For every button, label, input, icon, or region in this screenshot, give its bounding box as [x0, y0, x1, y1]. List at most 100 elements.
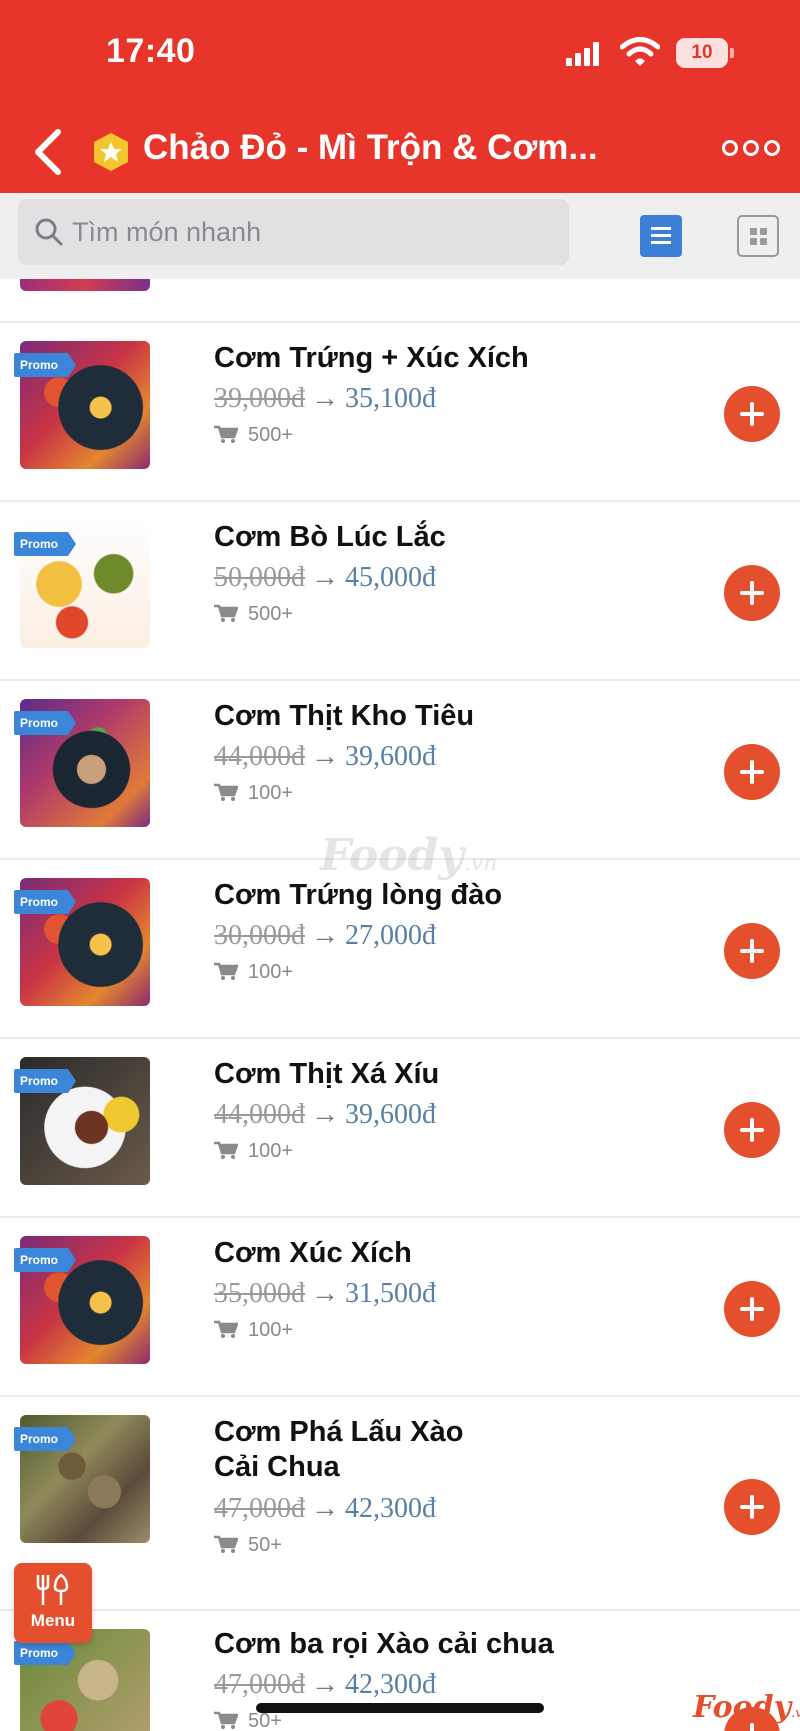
arrow-icon: →	[311, 1278, 339, 1309]
home-indicator[interactable]	[256, 1703, 544, 1713]
promo-badge: Promo	[14, 1641, 76, 1665]
dish-name: Cơm Trứng + Xúc Xích	[214, 342, 529, 374]
dish-name: Cơm Thịt Xá Xíu	[214, 1058, 440, 1090]
arrow-icon: →	[311, 562, 339, 593]
dish-image-partial	[20, 279, 150, 291]
dish-price: 44,000đ → 39,600đ	[214, 741, 436, 773]
list-item[interactable]: Promo Cơm Trứng lòng đào 30,000đ → 27,000đ…	[0, 860, 800, 1037]
dish-price: 35,000đ → 31,500đ	[214, 1278, 436, 1310]
sold-label: 50+	[248, 1710, 282, 1731]
utensils-icon	[36, 1573, 69, 1605]
menu-label: Menu	[30, 1611, 76, 1630]
arrow-icon: →	[311, 1669, 339, 1700]
add-button[interactable]	[724, 1479, 780, 1535]
add-button[interactable]	[724, 386, 780, 442]
dish-price: 47,000đ → 42,300đ	[214, 1669, 436, 1701]
promo-badge: Promo	[14, 532, 76, 556]
promo-badge: Promo	[14, 1248, 76, 1272]
menu-button[interactable]: Menu	[14, 1563, 92, 1643]
promo-badge: Promo	[14, 890, 76, 914]
add-button[interactable]	[724, 1281, 780, 1337]
star-badge-icon	[94, 133, 128, 171]
sold-label: 500+	[248, 603, 294, 625]
new-price: 31,500đ	[345, 1278, 436, 1309]
add-button[interactable]	[724, 923, 780, 979]
sold-count: 50+	[214, 1534, 282, 1557]
sold-label: 100+	[248, 961, 294, 983]
dish-price: 50,000đ → 45,000đ	[214, 562, 436, 594]
dish-name: Cơm Trứng lòng đào	[214, 879, 503, 911]
dish-name-line1: Cơm Phá Lấu Xào	[214, 1416, 464, 1448]
signal-icon	[566, 42, 600, 66]
add-button[interactable]	[724, 744, 780, 800]
cart-icon	[214, 1141, 238, 1159]
cart-icon	[214, 1320, 238, 1338]
sold-count: 100+	[214, 1140, 293, 1163]
brand-logo: Foody.vn	[693, 1690, 800, 1725]
cart-icon	[214, 1535, 238, 1553]
list-view-icon[interactable]	[640, 215, 682, 257]
promo-badge: Promo	[14, 1069, 76, 1093]
new-price: 39,600đ	[345, 741, 436, 772]
sold-count: 50+	[214, 1710, 282, 1731]
new-price: 27,000đ	[345, 920, 436, 951]
battery-indicator: 10	[676, 38, 734, 68]
add-button[interactable]	[724, 565, 780, 621]
app-header: 17:40 10 Chảo Đỏ - Mì Trộn & Cơm...	[0, 0, 800, 193]
new-price: 42,300đ	[345, 1669, 436, 1700]
cart-icon	[214, 1711, 238, 1729]
arrow-icon: →	[311, 383, 339, 414]
add-button[interactable]	[724, 1102, 780, 1158]
new-price: 45,000đ	[345, 562, 436, 593]
sold-count: 500+	[214, 424, 293, 447]
old-price: 44,000đ	[214, 1099, 305, 1130]
sold-count: 100+	[214, 782, 293, 805]
brand-logo-text: Foody	[693, 1690, 792, 1725]
arrow-icon: →	[311, 920, 339, 951]
dish-name: Cơm Thịt Kho Tiêu	[214, 700, 475, 732]
sold-label: 50+	[248, 1534, 282, 1556]
old-price: 35,000đ	[214, 1278, 305, 1309]
list-item[interactable]: Promo Cơm ba rọi Xào cải chua 47,000đ → 42…	[0, 1611, 800, 1731]
arrow-icon: →	[311, 1493, 339, 1524]
new-price: 42,300đ	[345, 1493, 436, 1524]
dish-name: Cơm ba rọi Xào cải chua	[214, 1628, 554, 1660]
search-row	[0, 193, 800, 279]
sold-label: 100+	[248, 1140, 294, 1162]
promo-badge: Promo	[14, 1427, 76, 1451]
list-item[interactable]: Promo Cơm Xúc Xích 35,000đ → 31,500đ 100+	[0, 1218, 800, 1395]
new-price: 35,100đ	[345, 383, 436, 414]
list-item[interactable]: Promo Cơm Thịt Xá Xíu 44,000đ → 39,600đ 10…	[0, 1039, 800, 1216]
list-item[interactable]: Promo Cơm Trứng + Xúc Xích 39,000đ → 35,10…	[0, 323, 800, 500]
dish-name: Cơm Bò Lúc Lắc	[214, 521, 446, 553]
new-price: 39,600đ	[345, 1099, 436, 1130]
sold-label: 500+	[248, 424, 294, 446]
old-price: 47,000đ	[214, 1493, 305, 1524]
grid-view-icon[interactable]	[737, 215, 779, 257]
list-item[interactable]: Promo Cơm Phá Lấu Xào Cải Chua 47,000đ → 4…	[0, 1397, 800, 1609]
sold-count: 500+	[214, 603, 293, 626]
menu-list: Promo Cơm Trứng + Xúc Xích 39,000đ → 35,10…	[0, 279, 800, 1731]
dish-price: 39,000đ → 35,100đ	[214, 383, 436, 415]
brand-logo-suffix: .vn	[791, 1706, 800, 1721]
status-time: 17:40	[106, 32, 196, 70]
watermark-suffix: .vn	[463, 851, 498, 876]
old-price: 50,000đ	[214, 562, 305, 593]
old-price: 47,000đ	[214, 1669, 305, 1700]
wifi-icon	[620, 37, 660, 66]
search-box[interactable]	[18, 199, 569, 265]
arrow-icon: →	[311, 1099, 339, 1130]
watermark: Foody.vn	[320, 830, 497, 881]
dish-name-line2: Cải Chua	[214, 1451, 340, 1483]
promo-badge: Promo	[14, 353, 76, 377]
search-input[interactable]	[72, 199, 552, 265]
arrow-icon: →	[311, 741, 339, 772]
more-icon[interactable]	[722, 140, 780, 162]
sold-label: 100+	[248, 1319, 294, 1341]
list-item[interactable]: Promo Cơm Bò Lúc Lắc 50,000đ → 45,000đ 500…	[0, 502, 800, 679]
back-icon[interactable]	[30, 126, 66, 178]
cart-icon	[214, 604, 238, 622]
dish-price: 47,000đ → 42,300đ	[214, 1493, 436, 1525]
dish-price: 44,000đ → 39,600đ	[214, 1099, 436, 1131]
sold-label: 100+	[248, 782, 294, 804]
